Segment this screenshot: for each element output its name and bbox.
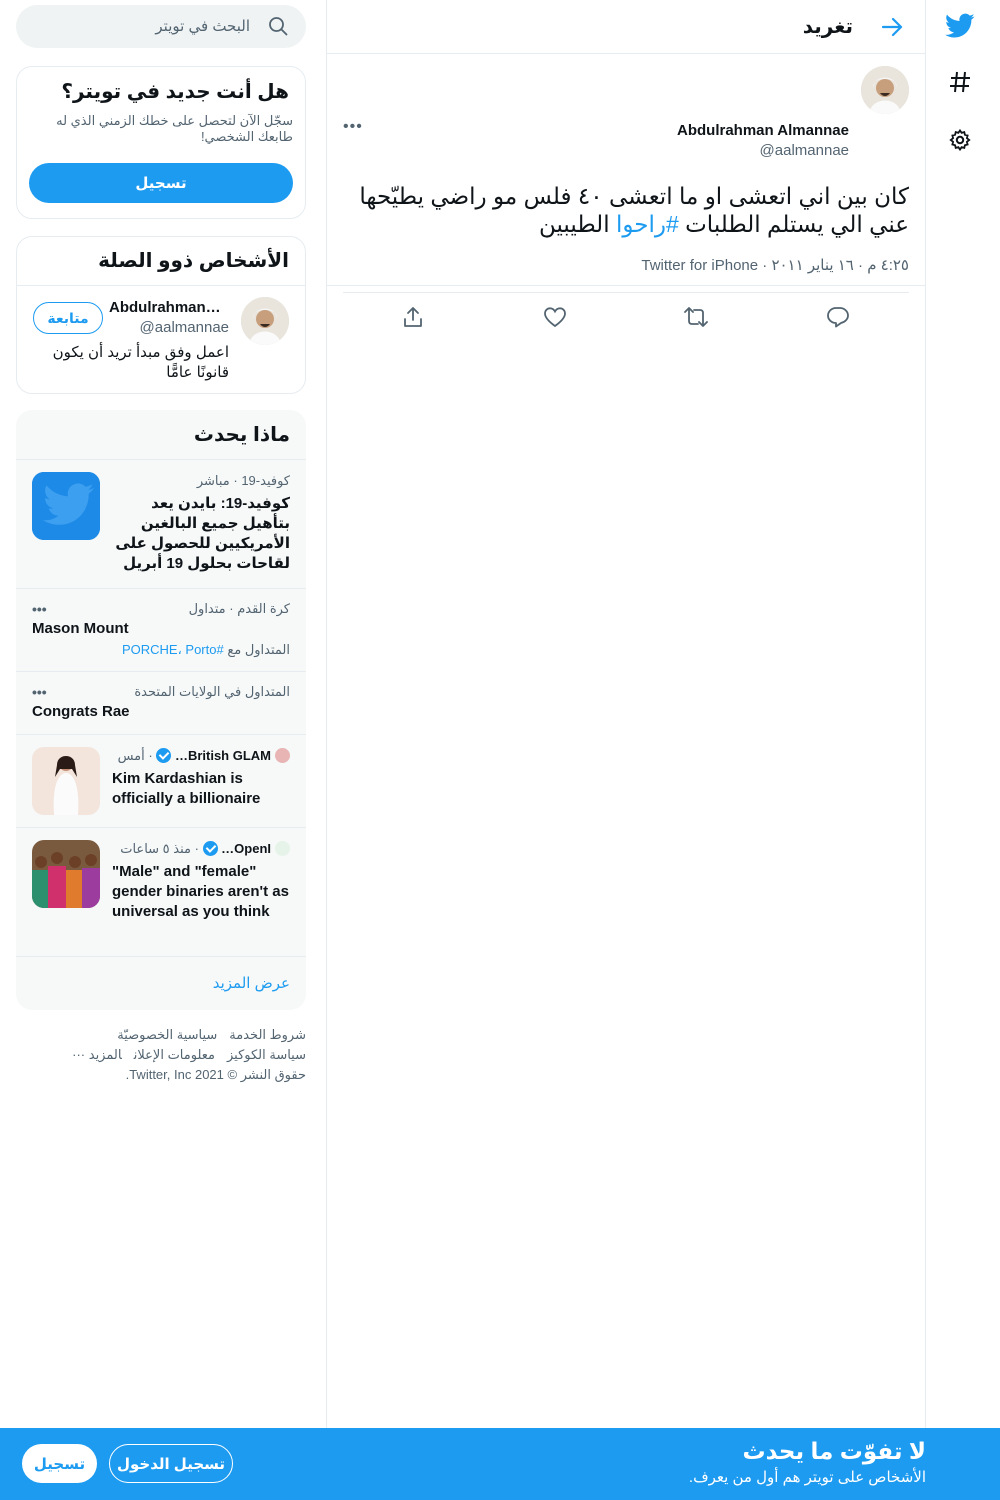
verified-badge-icon (156, 748, 172, 763)
page-title: تغريد (802, 16, 853, 38)
related-avatar[interactable] (241, 297, 289, 345)
terms-link[interactable]: شروط الخدمة (229, 1027, 306, 1042)
trend-title: كوفيد-19: بايدن يعد بتأهيل جميع البالغين… (115, 495, 290, 572)
new-card-text: سجّل الآن لتحصل على خطك الزمني الذي له ط… (56, 113, 293, 144)
trend-context: المتداول في الولايات المتحدة (134, 684, 290, 699)
main-column: تغريد Abdulrahman Almannae @aalmannae ••… (326, 0, 926, 1430)
source-name: OpenI… (221, 841, 271, 856)
source-name: British GLAM… (174, 748, 271, 763)
trend-item[interactable]: كوفيد-19 · مباشر كوفيد-19: بايدن يعد بتأ… (16, 459, 306, 588)
trend-thumbnail (32, 472, 100, 540)
trend-title: Congrats Rae (32, 703, 130, 720)
more-link[interactable]: المزيد ··· (72, 1047, 122, 1062)
author-avatar[interactable] (861, 66, 909, 114)
main-header: تغريد (327, 0, 925, 54)
verified-badge-icon (202, 841, 218, 856)
bottom-signup-bar: لا تفوّت ما يحدث الأشخاص على تويتر هم أو… (0, 1428, 1000, 1500)
search-box[interactable]: البحث في تويتر (16, 5, 306, 48)
new-card-title: هل أنت جديد في تويتر؟ (61, 81, 289, 103)
news-thumbnail (32, 840, 100, 908)
news-time: · منذ ٥ ساعات (120, 841, 199, 856)
search-input[interactable]: البحث في تويتر (155, 17, 250, 35)
bottom-bar-title: لا تفوّت ما يحدث (742, 1438, 926, 1464)
show-more-link[interactable]: عرض المزيد (213, 974, 290, 992)
tweet-text: كان بين اني اتعشى او ما اتعشى ٤٠ فلس مو … (359, 183, 909, 237)
privacy-link[interactable]: سياسية الخصوصيّة (117, 1027, 217, 1042)
signup-button[interactable]: تسجيل (29, 163, 293, 203)
trend-title: Kim Kardashian is officially a billionai… (112, 770, 261, 807)
related-name[interactable]: Abdulrahman… (109, 299, 229, 316)
ads-info-link[interactable]: معلومات الإعلان (134, 1047, 215, 1062)
search-icon (268, 16, 288, 36)
trend-title: "Male" and "female" gender binaries aren… (112, 863, 289, 920)
retweet-icon[interactable] (682, 303, 710, 331)
more-options-icon[interactable]: ••• (343, 118, 363, 136)
related-title: الأشخاص ذوو الصلة (98, 250, 289, 272)
footer-links: شروط الخدمة سياسية الخصوصيّة سياسة الكوكي… (32, 1025, 306, 1085)
hashtag-link[interactable]: #راحوا (616, 211, 679, 237)
hashtag-icon[interactable] (942, 64, 978, 100)
news-thumbnail (32, 747, 100, 815)
related-bio: اعمل وفق مبدأ تريد أن يكون قانونًا عامًّ… (52, 344, 229, 381)
trends-card: ماذا يحدث كوفيد-19 · مباشر كوفيد-19: باي… (16, 410, 306, 1010)
side-nav (926, 0, 1000, 1500)
trend-item[interactable]: OpenI… · منذ ٥ ساعات "Male" and "female"… (16, 827, 306, 956)
trend-item[interactable]: British GLAM… · أمس Kim Kardashian is of… (16, 734, 306, 827)
news-time: · أمس (117, 748, 153, 763)
trend-context: كوفيد-19 · مباشر (196, 473, 290, 488)
more-options-icon[interactable]: ••• (32, 601, 47, 617)
share-icon[interactable] (399, 303, 427, 331)
new-to-twitter-card: هل أنت جديد في تويتر؟ سجّل الآن لتحصل عل… (16, 66, 306, 219)
source-avatar-icon (275, 841, 290, 856)
bottom-signup-button[interactable]: تسجيل (22, 1444, 97, 1483)
trend-related-link[interactable]: #PORCHE، Porto (122, 642, 224, 657)
like-icon[interactable] (541, 303, 569, 331)
related-handle[interactable]: @aalmannae (140, 319, 229, 336)
news-source: OpenI… · منذ ٥ ساعات (120, 841, 290, 857)
copyright: حقوق النشر © 2021 Twitter, Inc. (125, 1067, 306, 1082)
trend-related: المتداول مع #PORCHE، Porto (121, 642, 290, 657)
author-handle[interactable]: @aalmannae (760, 142, 849, 159)
author-name[interactable]: Abdulrahman Almannae (677, 122, 849, 139)
gear-icon[interactable] (942, 122, 978, 158)
follow-button[interactable]: متابعة (33, 302, 103, 334)
reply-icon[interactable] (824, 303, 852, 331)
trend-title: Mason Mount (32, 620, 129, 637)
trend-context: كرة القدم · متداول (188, 601, 290, 616)
tweet-meta[interactable]: ٤:٢٥ م · ١٦ يناير ٢٠١١ · Twitter for iPh… (641, 256, 909, 274)
related-people-card: الأشخاص ذوو الصلة Abdulrahman… @aalmanna… (16, 236, 306, 394)
twitter-logo-icon[interactable] (942, 8, 978, 44)
back-arrow-icon[interactable] (875, 12, 909, 42)
login-button[interactable]: تسجيل الدخول (109, 1444, 233, 1483)
cookies-link[interactable]: سياسة الكوكيز (227, 1047, 306, 1062)
bottom-bar-subtitle: الأشخاص على تويتر هم أول من يعرف. (688, 1469, 926, 1486)
more-options-icon[interactable]: ••• (32, 684, 47, 700)
show-more-row[interactable]: عرض المزيد (16, 956, 306, 1010)
trend-item[interactable]: المتداول في الولايات المتحدة Congrats Ra… (16, 671, 306, 734)
tweet: Abdulrahman Almannae @aalmannae ••• كان … (327, 54, 925, 328)
tweet-actions (343, 292, 909, 340)
divider (17, 285, 305, 286)
source-avatar-icon (275, 748, 290, 763)
trend-item[interactable]: كرة القدم · متداول Mason Mount ••• المتد… (16, 588, 306, 671)
news-source: British GLAM… · أمس (118, 748, 290, 764)
trends-title: ماذا يحدث (193, 424, 290, 446)
